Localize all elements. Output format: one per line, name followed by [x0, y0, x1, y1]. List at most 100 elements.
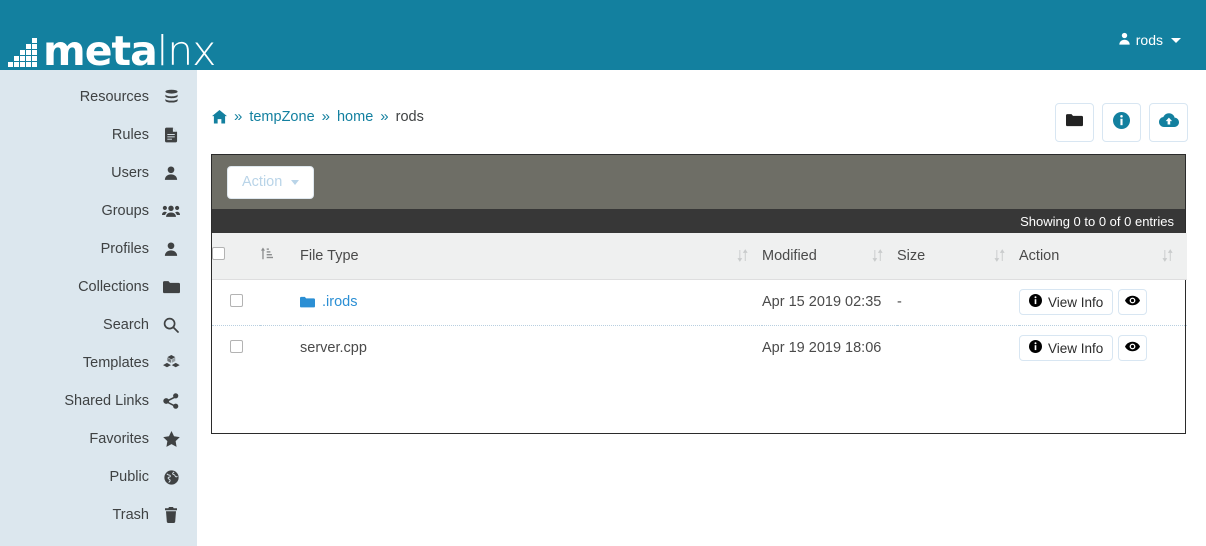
user-menu[interactable]: rods	[1118, 32, 1181, 48]
table-header-row: File Type Modified Size Action	[212, 233, 1187, 280]
sidebar-item-label: Shared Links	[64, 393, 149, 409]
star-icon	[161, 430, 181, 448]
user-icon	[161, 164, 181, 182]
sidebar-item-label: Templates	[82, 355, 149, 371]
trash-icon	[161, 506, 181, 524]
info-circle-icon	[1113, 111, 1130, 134]
logo-pixel-mark	[8, 38, 37, 67]
view-info-label: View Info	[1048, 340, 1104, 356]
column-size[interactable]: Size	[897, 233, 1019, 280]
file-link[interactable]: .irods	[300, 294, 762, 310]
globe-icon	[161, 468, 181, 486]
user-icon	[1118, 32, 1131, 48]
row-checkbox[interactable]	[229, 293, 243, 307]
sort-updown-icon	[1162, 249, 1173, 263]
eye-icon	[1125, 294, 1141, 310]
caret-down-icon	[291, 179, 300, 185]
breadcrumb-current-rods: rods	[395, 108, 424, 125]
row-select-cell	[212, 279, 260, 326]
column-header-label: Modified	[762, 247, 817, 264]
logo-wordmark: metalnx	[43, 31, 216, 72]
breadcrumb-link-home[interactable]: home	[337, 109, 373, 125]
sort-updown-icon	[994, 249, 1005, 263]
row-checkbox[interactable]	[229, 339, 243, 353]
sidebar-item-shared-links[interactable]: Shared Links	[0, 382, 197, 420]
sidebar-item-users[interactable]: Users	[0, 154, 197, 192]
row-action-cell: View Info	[1019, 325, 1187, 371]
breadcrumb-separator: »	[380, 108, 389, 125]
row-size-cell: -	[897, 279, 1019, 326]
share-icon	[161, 392, 181, 410]
sidebar-item-label: Favorites	[89, 431, 149, 447]
folder-icon	[1066, 113, 1083, 132]
users-group-icon	[161, 202, 181, 220]
sort-updown-icon	[737, 249, 748, 263]
cubes-icon	[161, 354, 181, 372]
view-info-button[interactable]: View Info	[1019, 335, 1114, 362]
row-name-cell: .irods	[300, 279, 762, 326]
sidebar-item-label: Users	[111, 165, 149, 181]
view-info-button[interactable]: View Info	[1019, 289, 1114, 315]
row-spacer-cell	[260, 279, 300, 326]
file-name: .irods	[322, 294, 358, 310]
search-icon	[161, 316, 181, 334]
row-action-group: View Info	[1019, 335, 1187, 362]
breadcrumb-link-tempzone[interactable]: tempZone	[249, 109, 314, 125]
table-row[interactable]: server.cpp Apr 19 2019 18:06 View Info	[212, 325, 1187, 371]
sidebar-item-resources[interactable]: Resources	[0, 78, 197, 116]
folder-icon	[161, 278, 181, 296]
preview-button[interactable]	[1118, 289, 1148, 315]
folder-icon	[300, 296, 315, 308]
sidebar-item-templates[interactable]: Templates	[0, 344, 197, 382]
column-sort-handle[interactable]	[260, 233, 300, 280]
main-content: » tempZone » home » rods Action Showing …	[197, 70, 1206, 546]
entries-info-bar: Showing 0 to 0 of 0 entries	[212, 209, 1185, 233]
sidebar-item-label: Profiles	[100, 241, 149, 257]
table-row[interactable]: .irods Apr 15 2019 02:35 - View Info	[212, 279, 1187, 326]
new-folder-button[interactable]	[1055, 103, 1094, 142]
row-select-cell	[212, 325, 260, 371]
logo-text-bold: meta	[43, 27, 158, 75]
column-action[interactable]: Action	[1019, 233, 1187, 280]
app-logo[interactable]: metalnx	[8, 28, 216, 72]
sidebar-item-profiles[interactable]: Profiles	[0, 230, 197, 268]
caret-down-icon	[1171, 37, 1181, 43]
row-name-cell: server.cpp	[300, 325, 762, 371]
row-modified-cell: Apr 19 2019 18:06	[762, 340, 882, 357]
row-action-group: View Info	[1019, 289, 1187, 315]
sidebar-item-public[interactable]: Public	[0, 458, 197, 496]
entries-info-text: Showing 0 to 0 of 0 entries	[1020, 213, 1174, 229]
sidebar-item-label: Trash	[112, 507, 149, 523]
sidebar-item-label: Resources	[79, 89, 149, 105]
sort-amount-icon	[260, 247, 273, 261]
file-label[interactable]: server.cpp	[300, 340, 762, 356]
action-dropdown-button[interactable]: Action	[227, 165, 315, 199]
sidebar-item-rules[interactable]: Rules	[0, 116, 197, 154]
sidebar-item-collections[interactable]: Collections	[0, 268, 197, 306]
sidebar-item-label: Groups	[101, 203, 149, 219]
sidebar-item-label: Rules	[111, 127, 149, 143]
sidebar-item-groups[interactable]: Groups	[0, 192, 197, 230]
sidebar-item-search[interactable]: Search	[0, 306, 197, 344]
preview-button[interactable]	[1118, 335, 1148, 362]
toolbar-buttons	[1055, 103, 1188, 142]
home-icon[interactable]	[212, 109, 227, 124]
column-header-label: Size	[897, 247, 926, 264]
upload-button[interactable]	[1149, 103, 1188, 142]
sidebar-item-trash[interactable]: Trash	[0, 496, 197, 534]
user-menu-label: rods	[1135, 32, 1163, 48]
row-modified-cell: Apr 15 2019 02:35	[762, 279, 897, 326]
user-icon	[161, 240, 181, 258]
sidebar-item-favorites[interactable]: Favorites	[0, 420, 197, 458]
info-button[interactable]	[1102, 103, 1141, 142]
column-file-type[interactable]: File Type	[300, 233, 762, 280]
action-button-label: Action	[242, 174, 283, 190]
column-header-label: Action	[1019, 247, 1060, 264]
select-all-checkbox[interactable]	[212, 247, 225, 261]
file-table: File Type Modified Size Action .irods Ap…	[212, 233, 1187, 371]
column-modified[interactable]: Modified	[762, 233, 897, 280]
eye-icon	[1125, 340, 1141, 356]
view-info-label: View Info	[1048, 294, 1104, 310]
breadcrumb: » tempZone » home » rods	[212, 108, 424, 125]
database-icon	[161, 88, 181, 106]
